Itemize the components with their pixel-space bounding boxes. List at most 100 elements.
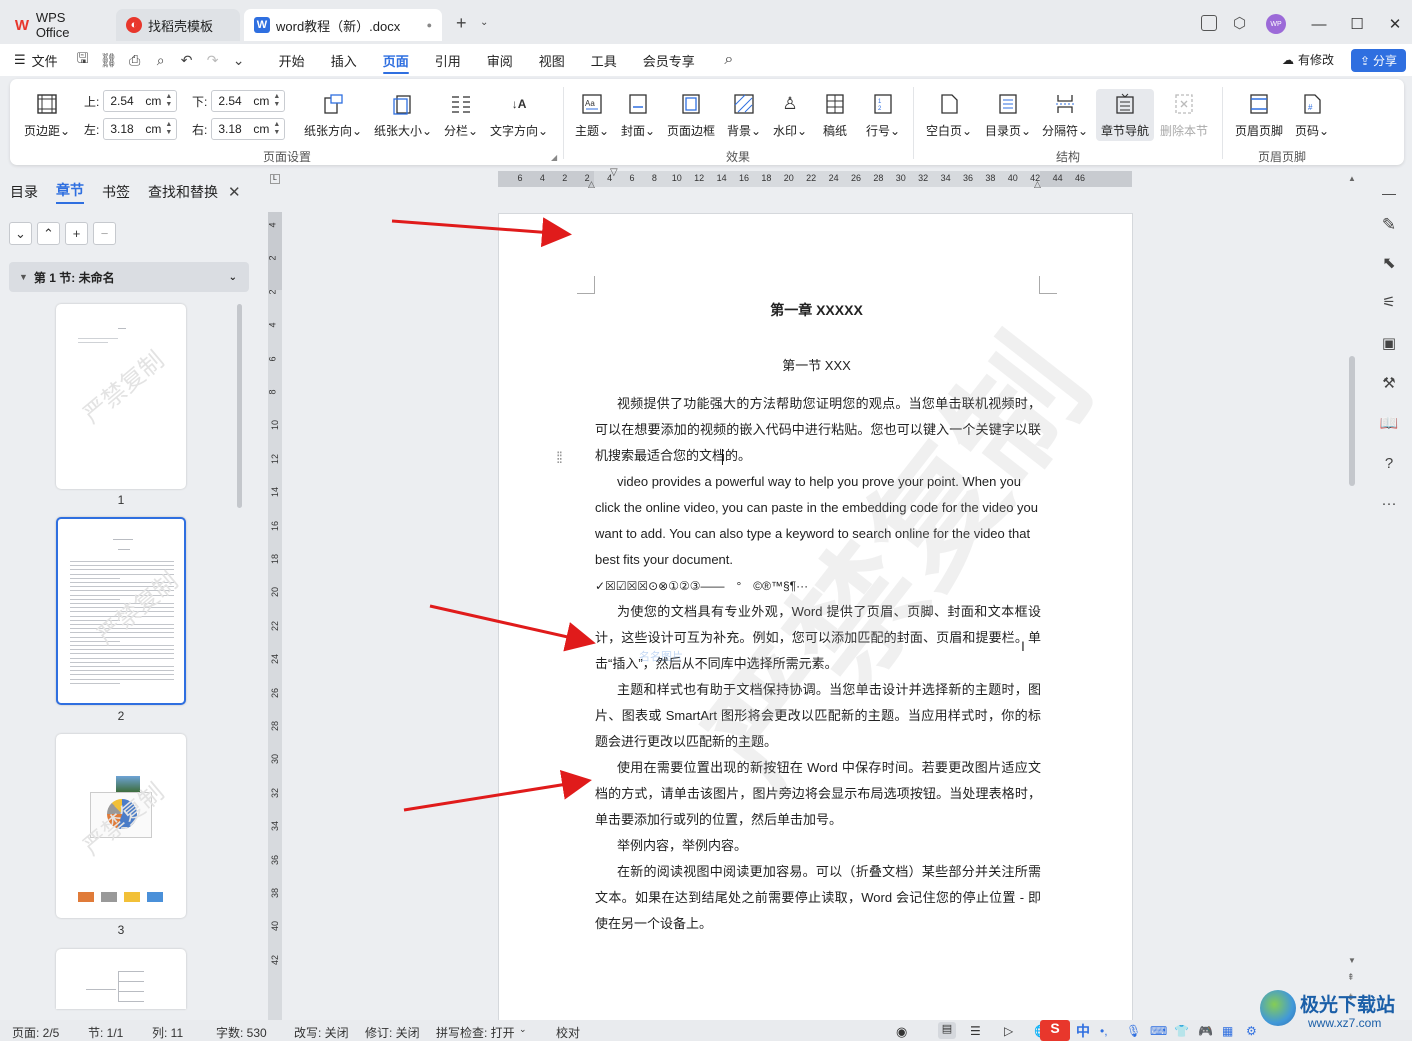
tab-start[interactable]: 开始 [266,44,318,76]
horizontal-ruler[interactable]: 6 4 2 2 4 6 8 10 12 14 16 18 20 22 24 26 28 30 32 34 36 38 40 4… [498,167,1132,190]
adjust-sliders-icon[interactable]: ⚟ [1376,289,1402,315]
status-proofread[interactable]: 校对 [556,1024,580,1041]
nav-tab-sections[interactable]: 章节 [56,180,84,204]
collapse-up-button[interactable]: ⌃ [37,222,60,245]
minimize-button[interactable]: — [1300,10,1338,38]
body-paragraph[interactable]: 举例内容，举例内容。 [595,833,1041,859]
share-button[interactable]: ⇪ 分享 [1351,49,1406,72]
save-icon[interactable]: 🖫 [70,44,96,76]
tab-template[interactable]: ◐ 找稻壳模板 [116,9,240,41]
scroll-up-icon[interactable]: ▲ [1348,174,1356,183]
status-word-count[interactable]: 字数: 530 [216,1024,267,1041]
remove-section-button[interactable]: − [93,222,116,245]
tab-member[interactable]: 会员专享 [630,44,708,76]
background-button[interactable]: 背景⌄ [727,92,761,139]
settings-icon[interactable]: ⚙ [1246,1024,1257,1038]
modified-status[interactable]: ☁ 有修改 [1282,51,1334,68]
sogou-ime-logo[interactable]: S [1040,1020,1070,1041]
collapse-sidebar-icon[interactable]: — [1376,180,1402,206]
body-paragraph[interactable]: 主题和样式也有助于文档保持协调。当您单击设计并选择新的主题时，图片、图表或 Sm… [595,677,1041,755]
status-spellcheck[interactable]: 拼写检查: 打开 [436,1024,515,1041]
columns-button[interactable]: 分栏⌄ [444,92,478,139]
book-icon[interactable]: 📖 [1376,410,1402,436]
next-page-icon[interactable]: ⇟ [1347,992,1355,1003]
link-icon[interactable]: ⛓ [96,44,122,76]
chapter-heading[interactable]: 第一章 XXXXX [499,300,1134,320]
body-paragraph[interactable]: 视频提供了功能强大的方法帮助您证明您的观点。当您单击联机视频时，可以在想要添加的… [595,391,1041,469]
play-icon[interactable]: ▷ [1004,1024,1013,1038]
collapse-down-button[interactable]: ⌄ [9,222,32,245]
redo-icon[interactable]: ↷ [200,44,226,76]
skin-icon[interactable]: 👕 [1174,1024,1189,1038]
left-indent-marker[interactable]: △ [588,179,595,190]
page-thumbnail-selected[interactable]: 严禁复制 [56,517,186,705]
page-thumbnail[interactable] [56,949,186,1009]
undo-icon[interactable]: ↶ [174,44,200,76]
spin-arrows-icon[interactable]: ▲ ▼ [273,93,280,109]
close-panel-icon[interactable]: ✕ [228,183,241,201]
punctuation-icon[interactable]: •, [1100,1024,1108,1038]
more-quick-chevron-icon[interactable]: ⌄ [226,44,252,76]
bottom-margin-field[interactable]: 下: 2.54 cm ▲ ▼ [192,90,286,112]
top-margin-field[interactable]: 上: 2.54 cm ▲ ▼ [84,90,178,112]
spin-arrows-icon[interactable]: ▲ ▼ [273,121,280,137]
print-preview-icon[interactable]: ⌕ [148,44,174,76]
tab-page[interactable]: 页面 [370,44,422,76]
section-header[interactable]: ▼ 第 1 节: 未命名 ⌄ [9,262,249,292]
grid-icon[interactable]: ▦ [1222,1024,1233,1038]
spellcheck-chevron-icon[interactable]: ⌄ [519,1024,527,1035]
status-section[interactable]: 节: 1/1 [88,1024,123,1041]
status-overtype[interactable]: 改写: 关闭 [294,1024,349,1041]
page-thumbnail[interactable]: 严禁复制 [56,734,186,918]
first-line-indent-marker[interactable]: ▽ [610,167,618,178]
right-margin-value[interactable]: 3.18 [218,122,241,136]
line-number-button[interactable]: 12 行号⌄ [866,92,900,139]
margins-button[interactable]: 页边距⌄ [24,92,70,139]
page-number-button[interactable]: # 页码⌄ [1295,92,1329,139]
drag-handle-icon[interactable]: ⁞⁞ [556,450,563,468]
symbols-line[interactable]: ✓☒☑☒☒⊙⊗①②③—— ° ©®™§¶··· [595,573,1041,599]
tab-wps-home[interactable]: W WPS Office [4,9,112,41]
status-page[interactable]: 页面: 2/5 [12,1024,59,1041]
prev-page-icon[interactable]: ⇞ [1347,972,1355,983]
tab-stop-selector[interactable]: L [270,174,280,184]
body-paragraph[interactable]: 使用在需要位置出现的新按钮在 Word 中保存时间。若要更改图片适应文档的方式，… [595,755,1041,833]
body-paragraph-english[interactable]: video provides a powerful way to help yo… [595,469,1041,573]
page-border-button[interactable]: 页面边框 [667,92,715,139]
watermark-button[interactable]: ♙ 水印⌄ [773,92,807,139]
close-window-button[interactable]: ✕ [1376,10,1412,38]
bottom-margin-value[interactable]: 2.54 [218,94,241,108]
new-tab-button[interactable]: + [456,13,467,34]
spin-arrows-icon[interactable]: ▲ ▼ [165,121,172,137]
add-section-button[interactable]: + [65,222,88,245]
text-direction-button[interactable]: ↓A 文字方向⌄ [490,92,548,139]
spin-arrows-icon[interactable]: ▲ ▼ [165,93,172,109]
paper-size-button[interactable]: 纸张大小⌄ [374,92,432,139]
tools-icon[interactable]: ⚒ [1376,370,1402,396]
avatar[interactable]: WP [1266,14,1286,34]
page-thumbnail[interactable]: 严禁复制 [56,304,186,489]
orientation-button[interactable]: 纸张方向⌄ [304,92,362,139]
maximize-button[interactable]: ☐ [1338,10,1376,38]
tab-view[interactable]: 视图 [526,44,578,76]
help-icon[interactable]: ? [1376,450,1402,476]
unsaved-dot-icon[interactable]: ● [427,20,432,30]
section-nav-button[interactable]: 章节导航 [1096,89,1154,141]
scrollbar-thumb[interactable] [1349,356,1355,486]
document-page[interactable]: 第一章 XXXXX 第一节 XXX 视频提供了功能强大的方法帮助您证明您的观点。… [498,213,1133,1021]
status-track-changes[interactable]: 修订: 关闭 [365,1024,420,1041]
right-indent-marker[interactable]: △ [1034,179,1041,190]
manuscript-button[interactable]: 稿纸 [823,92,847,139]
page-view-icon[interactable]: ▤ [938,1022,956,1039]
outline-view-icon[interactable]: ☰ [970,1024,981,1038]
tab-insert[interactable]: 插入 [318,44,370,76]
image-edit-icon[interactable]: ▣ [1376,330,1402,356]
file-menu[interactable]: ☰ 文件 [0,44,70,76]
body-paragraph[interactable]: 在新的阅读视图中阅读更加容易。可以（折叠文档）某些部分并关注所需文本。如果在达到… [595,859,1041,937]
layout-icon[interactable] [1201,15,1217,31]
tab-review[interactable]: 审阅 [474,44,526,76]
delete-section-button[interactable]: 删除本节 [1160,92,1208,139]
blank-page-button[interactable]: 空白页⌄ [926,92,972,139]
tab-tools[interactable]: 工具 [578,44,630,76]
search-icon[interactable]: ⌕ [716,44,742,76]
